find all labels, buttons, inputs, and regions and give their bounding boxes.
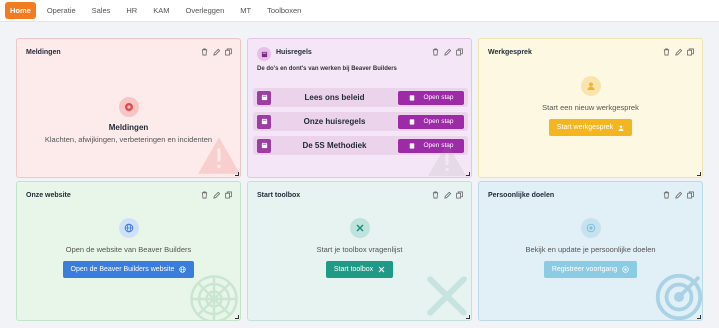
pencil-icon[interactable] (444, 191, 451, 199)
pencil-icon[interactable] (213, 191, 220, 199)
trash-icon[interactable] (432, 48, 439, 56)
tools-icon (378, 266, 385, 273)
tab-kam[interactable]: KAM (148, 2, 174, 19)
meldingen-card: Meldingen Meldingen Klachten, afwijkinge… (16, 38, 241, 178)
globe-icon (118, 218, 139, 238)
target-icon (580, 218, 601, 238)
tab-sales[interactable]: Sales (87, 2, 116, 19)
card-title: Werkgesprek (488, 49, 532, 56)
resize-handle[interactable] (697, 172, 701, 176)
top-navigation: Home Operatie Sales HR KAM Overleggen MT… (0, 0, 719, 22)
copy-icon[interactable] (225, 48, 232, 56)
copy-icon[interactable] (225, 191, 232, 199)
step-label: De 5S Methodiek (302, 141, 367, 150)
start-toolbox-label: Start toolbox (333, 266, 374, 273)
copy-icon[interactable] (456, 48, 463, 56)
pencil-icon[interactable] (444, 48, 451, 56)
open-stap-label: Open stap (423, 118, 454, 125)
start-toolbox-button[interactable]: Start toolbox (325, 261, 394, 278)
book-icon (409, 94, 414, 101)
open-stap-button[interactable]: Open stap (398, 90, 464, 105)
warning-icon (198, 137, 240, 174)
trash-icon[interactable] (663, 191, 670, 199)
globe-icon (179, 266, 187, 273)
resize-handle[interactable] (466, 315, 470, 319)
website-description: Open de website van Beaver Builders (65, 245, 192, 254)
registreer-voortgang-label: Registreer voortgang (551, 266, 618, 273)
tools-icon (349, 218, 370, 238)
werkgesprek-card: Werkgesprek Start een nieuw werkgesprek … (478, 38, 703, 178)
trash-icon[interactable] (432, 191, 439, 199)
book-icon (257, 138, 271, 153)
web-icon (190, 275, 238, 320)
book-icon (409, 142, 414, 149)
resize-handle[interactable] (466, 172, 470, 176)
book-icon (409, 118, 414, 125)
resize-handle[interactable] (697, 315, 701, 319)
open-stap-button[interactable]: Open stap (398, 114, 464, 129)
trash-icon[interactable] (201, 191, 208, 199)
step-label: Lees ons beleid (304, 93, 365, 102)
pencil-icon[interactable] (213, 48, 220, 56)
meldingen-description: Klachten, afwijkingen, verbeteringen en … (44, 135, 213, 144)
start-werkgesprek-button[interactable]: Start werkgesprek (548, 119, 633, 136)
copy-icon[interactable] (687, 48, 694, 56)
step-label: Onze huisregels (303, 117, 366, 126)
doelen-card: Persoonlijke doelen Bekijk en update je … (478, 181, 703, 321)
huisregels-card: Huisregels De do's en dont's van werken … (247, 38, 472, 178)
pencil-icon[interactable] (675, 191, 682, 199)
list-item: Onze huisregels Open stap (253, 112, 468, 131)
warning-icon (428, 143, 466, 176)
card-title: Meldingen (26, 49, 61, 56)
pencil-icon[interactable] (675, 48, 682, 56)
book-icon (257, 47, 271, 61)
tab-hr[interactable]: HR (121, 2, 142, 19)
card-title: Persoonlijke doelen (488, 192, 555, 199)
open-website-label: Open de Beaver Builders website (70, 266, 175, 273)
open-website-button[interactable]: Open de Beaver Builders website (62, 261, 195, 278)
resize-handle[interactable] (235, 315, 239, 319)
tools-icon (427, 276, 467, 316)
toolbox-card: Start toolbox Start je toolbox vragenlij… (247, 181, 472, 321)
resize-handle[interactable] (235, 172, 239, 176)
tab-overleggen[interactable]: Overleggen (181, 2, 230, 19)
alert-icon (118, 97, 139, 117)
copy-icon[interactable] (456, 191, 463, 199)
werkgesprek-description: Start een nieuw werkgesprek (542, 103, 639, 112)
trash-icon[interactable] (201, 48, 208, 56)
trash-icon[interactable] (663, 48, 670, 56)
tab-home[interactable]: Home (5, 2, 36, 19)
registreer-voortgang-button[interactable]: Registreer voortgang (543, 261, 638, 278)
toolbox-description: Start je toolbox vragenlijst (316, 245, 403, 254)
target-icon (655, 273, 702, 320)
copy-icon[interactable] (687, 191, 694, 199)
tab-mt[interactable]: MT (235, 2, 256, 19)
list-item: Lees ons beleid Open stap (253, 88, 468, 107)
book-icon (257, 114, 271, 129)
tab-operatie[interactable]: Operatie (42, 2, 81, 19)
website-card: Onze website Open de website van Beaver … (16, 181, 241, 321)
open-stap-label: Open stap (423, 94, 454, 101)
user-icon (618, 124, 624, 131)
card-title: Start toolbox (257, 192, 301, 199)
book-icon (257, 90, 271, 105)
start-werkgesprek-label: Start werkgesprek (556, 124, 614, 131)
meldingen-heading: Meldingen (108, 123, 149, 132)
doelen-description: Bekijk en update je persoonlijke doelen (525, 245, 656, 254)
card-title: Onze website (26, 192, 71, 199)
target-icon (622, 266, 629, 273)
tab-toolboxen[interactable]: Toolboxen (262, 2, 306, 19)
card-title: Huisregels (276, 49, 312, 56)
user-icon (580, 76, 601, 96)
huisregels-subtitle: De do's en dont's van werken bij Beaver … (257, 66, 397, 72)
